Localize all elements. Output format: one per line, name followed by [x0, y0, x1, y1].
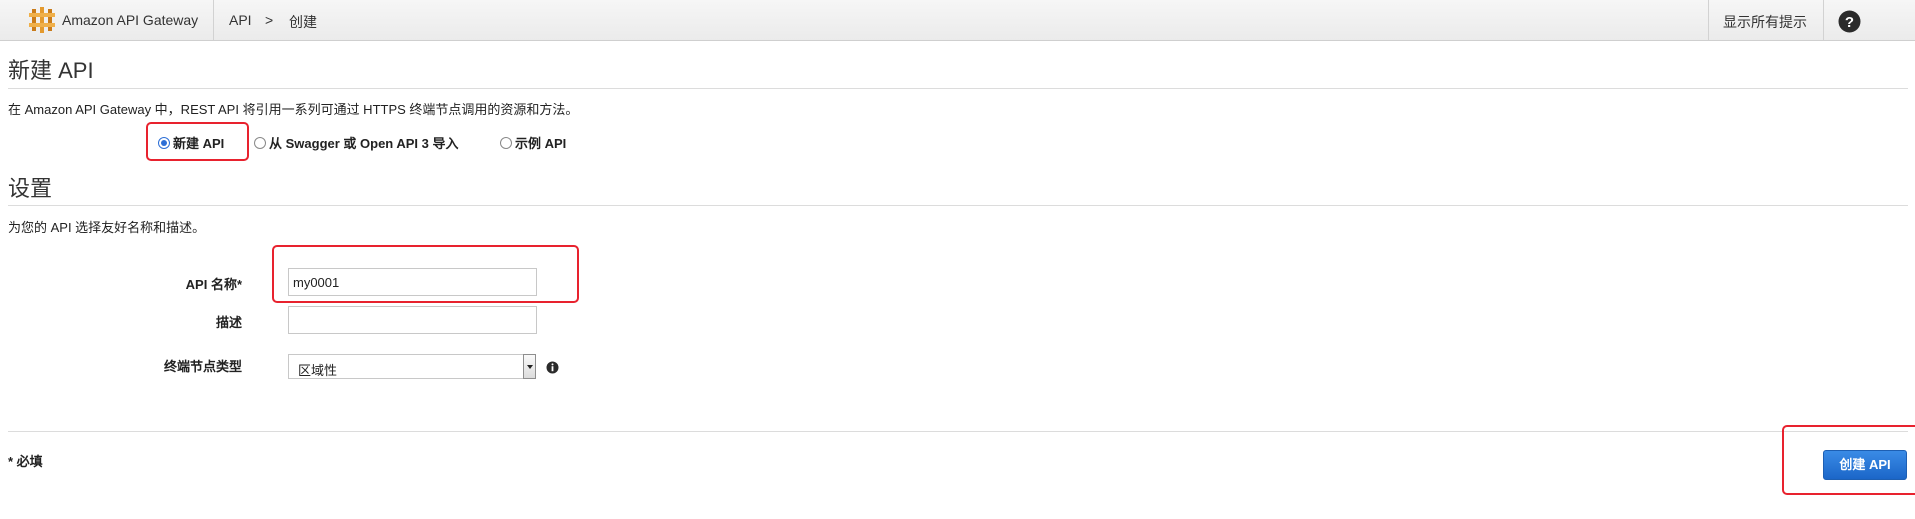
breadcrumb-create: 创建 — [289, 14, 317, 30]
help-icon[interactable]: ? — [1838, 10, 1861, 33]
breadcrumb-separator: > — [265, 12, 274, 28]
endpoint-type-label: 终端节点类型 — [163, 359, 242, 374]
service-name[interactable]: Amazon API Gateway — [62, 12, 198, 28]
highlight-box — [1782, 425, 1915, 495]
divider — [1823, 0, 1824, 40]
settings-subtitle: 为您的 API 选择友好名称和描述。 — [8, 220, 206, 235]
svg-text:?: ? — [1845, 14, 1854, 31]
divider — [213, 0, 214, 40]
info-icon[interactable] — [546, 361, 559, 374]
radio-label-import[interactable]: 从 Swagger 或 Open API 3 导入 — [269, 133, 459, 152]
breadcrumb-api[interactable]: API — [229, 12, 252, 28]
divider — [8, 205, 1908, 206]
description-label: 描述 — [215, 315, 242, 330]
radio-import-swagger[interactable]: 从 Swagger 或 Open API 3 导入 — [254, 133, 459, 152]
api-gateway-logo-icon[interactable] — [29, 7, 55, 33]
radio-example-api[interactable]: 示例 API — [500, 133, 566, 152]
required-note: * 必填 — [8, 454, 43, 469]
chevron-down-icon[interactable] — [523, 354, 536, 379]
api-name-label: API 名称* — [185, 277, 242, 292]
top-navigation-bar: Amazon API Gateway API > 创建 显示所有提示 ? — [0, 0, 1915, 41]
endpoint-type-value[interactable]: 区域性 — [298, 360, 337, 379]
description-input[interactable] — [288, 306, 537, 334]
radio-unchecked-icon[interactable] — [500, 136, 512, 149]
divider — [8, 88, 1908, 89]
divider — [1708, 0, 1709, 40]
intro-text: 在 Amazon API Gateway 中，REST API 将引用一系列可通… — [8, 102, 579, 117]
highlight-box — [146, 122, 249, 161]
divider — [8, 431, 1908, 432]
settings-title: 设置 — [8, 176, 53, 201]
page-title: 新建 API — [8, 58, 94, 83]
endpoint-type-select[interactable]: 区域性 — [288, 354, 536, 379]
show-all-hints-link[interactable]: 显示所有提示 — [1723, 12, 1807, 32]
radio-unchecked-icon[interactable] — [254, 136, 266, 149]
radio-label-example[interactable]: 示例 API — [515, 133, 566, 152]
highlight-box — [272, 245, 579, 303]
